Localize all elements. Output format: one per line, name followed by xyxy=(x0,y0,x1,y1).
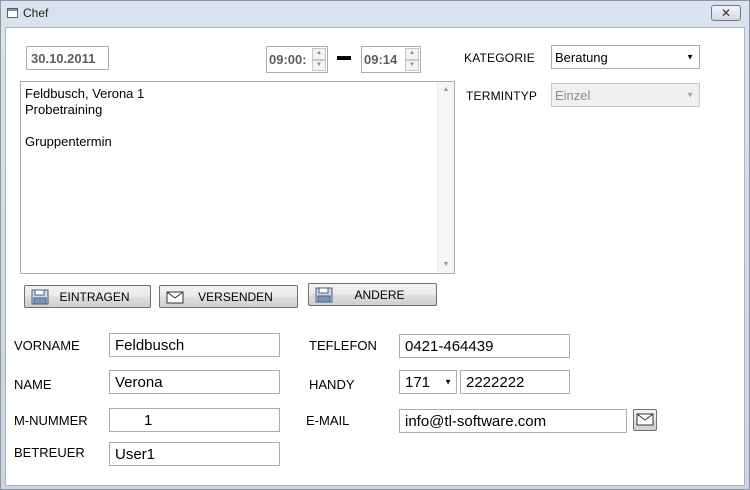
eintragen-label: EINTRAGEN xyxy=(59,289,130,304)
name-value: Verona xyxy=(115,373,163,391)
notes-textarea[interactable]: Feldbusch, Verona 1 Probetraining Gruppe… xyxy=(20,81,455,274)
betreuer-label: BETREUER xyxy=(14,445,85,460)
termintyp-select[interactable]: Einzel ▼ xyxy=(551,83,700,107)
vorname-label: VORNAME xyxy=(14,338,80,353)
termintyp-value: Einzel xyxy=(555,87,591,103)
email-label: E-MAIL xyxy=(306,413,350,428)
notes-text: Feldbusch, Verona 1 Probetraining Gruppe… xyxy=(25,86,144,150)
app-window: Chef ✕ 30.10.2011 09:00: ▲ ▼ 09:14 ▲ ▼ K… xyxy=(0,0,750,490)
envelope-icon xyxy=(166,291,184,304)
window-title: Chef xyxy=(23,6,49,20)
telefon-value: 0421-464439 xyxy=(405,337,494,355)
andere-button[interactable]: ANDERE xyxy=(308,283,437,306)
title-bar[interactable]: Chef ✕ xyxy=(1,1,749,25)
form-panel: 30.10.2011 09:00: ▲ ▼ 09:14 ▲ ▼ KATEGORI… xyxy=(5,27,745,486)
notes-line: Probetraining xyxy=(25,102,103,117)
chevron-down-icon: ▼ xyxy=(686,90,694,100)
notes-line: Feldbusch, Verona 1 xyxy=(25,86,145,101)
category-label: KATEGORIE xyxy=(464,51,535,65)
mnummer-value: 1 xyxy=(144,411,153,429)
start-time-field[interactable]: 09:00: ▲ ▼ xyxy=(266,46,328,73)
handy-label: HANDY xyxy=(309,377,355,392)
envelope-icon xyxy=(636,413,654,426)
handy-number-field[interactable]: 2222222 xyxy=(460,370,570,394)
spin-up-icon[interactable]: ▲ xyxy=(405,48,419,60)
scroll-down-icon[interactable]: ▼ xyxy=(438,257,454,273)
vorname-field[interactable]: Feldbusch xyxy=(109,333,280,357)
end-time-field[interactable]: 09:14 ▲ ▼ xyxy=(361,46,421,73)
spin-down-icon[interactable]: ▼ xyxy=(312,59,326,71)
spin-up-icon[interactable]: ▲ xyxy=(312,48,326,60)
start-time-value: 09:00: xyxy=(269,52,307,67)
email-value: info@tl-software.com xyxy=(405,412,547,430)
category-value: Beratung xyxy=(555,49,608,65)
scroll-up-icon[interactable]: ▲ xyxy=(438,82,454,98)
termintyp-label: TERMINTYP xyxy=(466,89,538,103)
date-field[interactable]: 30.10.2011 xyxy=(26,46,109,70)
time-separator xyxy=(337,56,351,60)
telefon-label: TEFLEFON xyxy=(309,338,377,353)
name-field[interactable]: Verona xyxy=(109,370,280,394)
eintragen-button[interactable]: EINTRAGEN xyxy=(24,285,151,308)
mnummer-field[interactable]: 1 xyxy=(109,408,280,432)
betreuer-value: User1 xyxy=(115,445,156,463)
close-button[interactable]: ✕ xyxy=(711,5,741,21)
mnummer-label: M-NUMMER xyxy=(14,413,88,428)
handy-prefix-select[interactable]: 171 ▼ xyxy=(399,370,457,394)
notes-line: Gruppentermin xyxy=(25,134,112,149)
send-email-button[interactable] xyxy=(633,409,657,431)
window-icon xyxy=(7,8,18,18)
betreuer-field[interactable]: User1 xyxy=(109,442,280,466)
email-field[interactable]: info@tl-software.com xyxy=(399,409,627,433)
telefon-field[interactable]: 0421-464439 xyxy=(399,334,570,358)
chevron-down-icon[interactable]: ▼ xyxy=(444,378,452,387)
name-label: NAME xyxy=(14,377,52,392)
end-time-value: 09:14 xyxy=(364,52,398,67)
start-time-spinner[interactable]: ▲ ▼ xyxy=(312,48,326,71)
versenden-label: VERSENDEN xyxy=(198,289,273,304)
handy-number-value: 2222222 xyxy=(466,373,525,391)
floppy-disk-icon xyxy=(31,289,49,305)
andere-label: ANDERE xyxy=(354,287,405,302)
floppy-disk-icon xyxy=(315,287,333,303)
date-value: 30.10.2011 xyxy=(31,50,96,66)
spin-down-icon[interactable]: ▼ xyxy=(405,59,419,71)
versenden-button[interactable]: VERSENDEN xyxy=(159,285,298,308)
chevron-down-icon[interactable]: ▼ xyxy=(686,53,694,62)
end-time-spinner[interactable]: ▲ ▼ xyxy=(405,48,419,71)
handy-prefix-value: 171 xyxy=(405,373,431,391)
category-select[interactable]: Beratung ▼ xyxy=(551,45,700,69)
vorname-value: Feldbusch xyxy=(115,336,185,354)
notes-scrollbar[interactable]: ▲ ▼ xyxy=(437,82,454,273)
notes-line xyxy=(25,118,144,134)
